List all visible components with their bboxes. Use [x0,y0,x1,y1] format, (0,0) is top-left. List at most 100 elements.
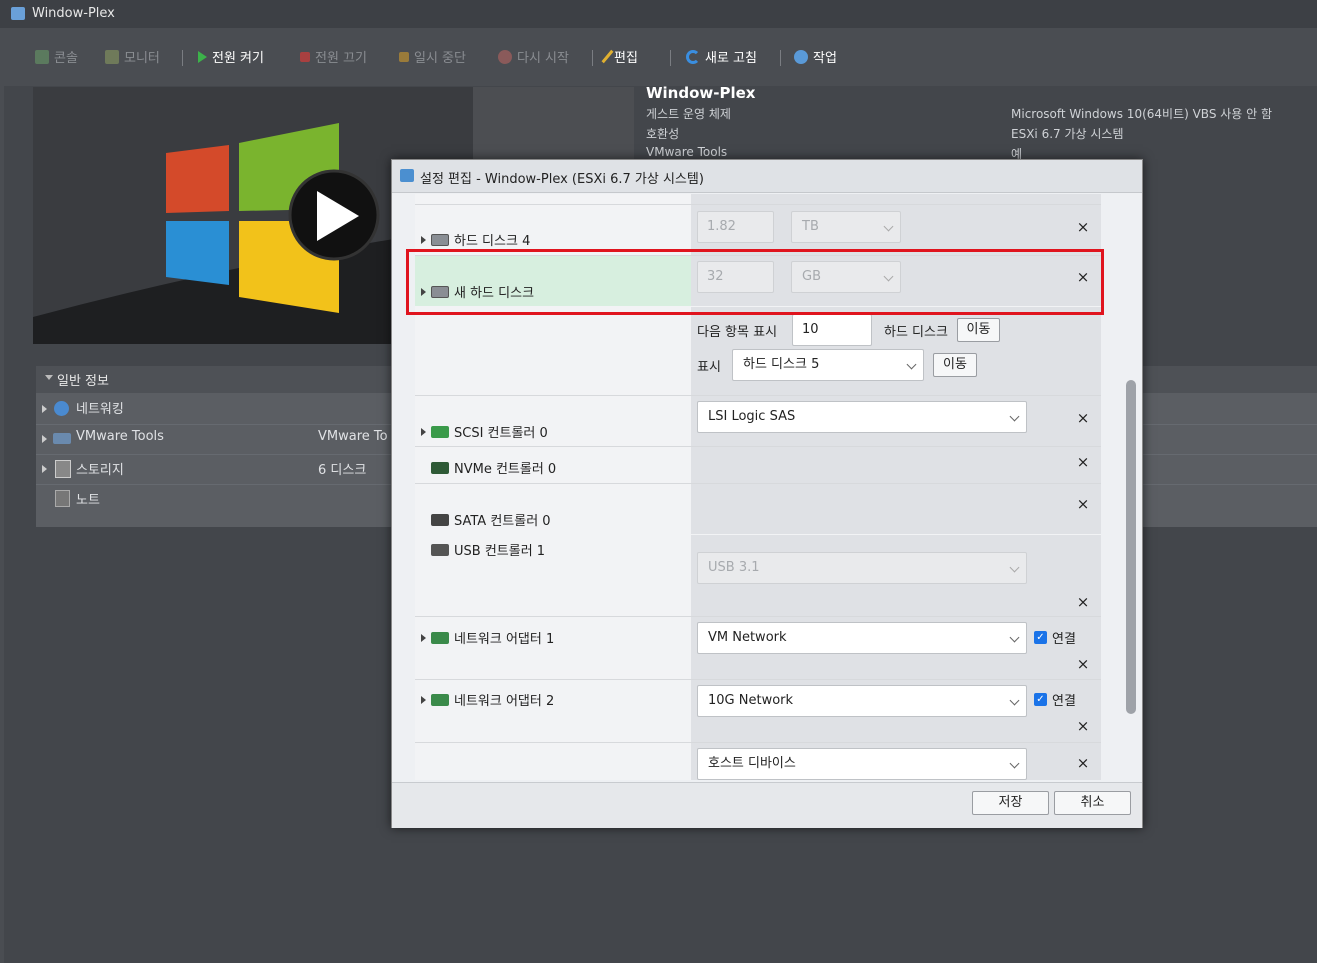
monitor-button[interactable]: 모니터 [105,47,160,66]
close-icon[interactable]: × [1076,754,1090,772]
close-icon[interactable]: × [1076,453,1090,471]
close-icon[interactable]: × [1076,495,1090,513]
sata-icon [431,513,449,526]
hdd4-label-group: 하드 디스크 4 [421,230,530,249]
pause-icon [399,51,409,62]
actions-button[interactable]: 작업 [794,47,837,66]
scsi-select[interactable]: LSI Logic SAS [697,401,1027,433]
refresh-button[interactable]: 새로 고침 [686,47,757,66]
expand-icon [421,633,426,642]
move-button[interactable]: 이동 [957,318,1000,342]
chevron-down-icon [1009,411,1020,422]
highlight-box [406,249,1104,315]
cancel-button[interactable]: 취소 [1054,791,1131,815]
compat-label: 호환성 [646,127,680,141]
close-icon[interactable]: × [1076,717,1090,735]
usb-label: USB 컨트롤러 1 [454,544,546,559]
nvme-row[interactable]: × NVMe 컨트롤러 0 [415,447,1101,484]
window-title: Window-Plex [32,6,115,21]
close-icon[interactable]: × [1076,593,1090,611]
network-icon [54,401,69,416]
show-next-label: 다음 항목 표시 [697,325,778,340]
close-icon[interactable]: × [1076,409,1090,427]
checkbox-icon[interactable]: ✓ [1034,693,1047,706]
sata-label-group: SATA 컨트롤러 0 [431,510,551,529]
stop-icon [300,51,310,62]
sata-label: SATA 컨트롤러 0 [454,514,551,529]
toolbar-divider [182,50,183,66]
power-on-button[interactable]: 전원 켜기 [198,47,264,66]
host-device-row[interactable]: 호스트 디바이스 × [415,743,1101,780]
sata-row[interactable]: × SATA 컨트롤러 0 [415,484,1101,534]
gear-icon [794,49,808,64]
edit-button[interactable]: 편집 [601,47,638,66]
expand-icon [42,465,47,473]
hdd4-label: 하드 디스크 4 [454,234,531,249]
actions-label: 작업 [813,51,837,66]
chevron-down-icon [883,221,894,232]
compat-value: ESXi 6.7 가상 시스템 [1011,127,1124,141]
hdd-label: 하드 디스크 [884,325,948,340]
general-row-label: VMware Tools [76,429,164,444]
chevron-down-icon [906,359,917,370]
guest-os-value: Microsoft Windows 10(64비트) VBS 사용 안 함 [1011,107,1273,121]
hdd4-size-input[interactable]: 1.82 [697,211,774,243]
net2-select-value: 10G Network [708,693,794,708]
power-off-button[interactable]: 전원 끄기 [300,47,367,66]
net2-label-group: 네트워크 어댑터 2 [421,690,554,709]
console-button[interactable]: 콘솔 [35,47,78,66]
toolbar-divider [670,50,671,66]
chevron-down-icon [45,375,53,380]
restart-label: 다시 시작 [517,51,569,66]
close-icon[interactable]: × [1076,218,1090,236]
scrollbar[interactable] [1126,380,1136,714]
power-on-label: 전원 켜기 [212,51,264,66]
show-next-input[interactable]: 10 [792,314,872,346]
net2-row[interactable]: 10G Network ✓ 연결 × 네트워크 어댑터 2 [415,680,1101,743]
toolbar-divider [780,50,781,66]
vm-icon [11,7,25,20]
usb-select[interactable]: USB 3.1 [697,552,1027,584]
refresh-icon [686,49,700,64]
net2-select[interactable]: 10G Network [697,685,1027,717]
net1-row[interactable]: VM Network ✓ 연결 × 네트워크 어댑터 1 [415,617,1101,680]
nvme-icon [431,461,449,474]
expand-icon [421,235,426,244]
usb-label-group: USB 컨트롤러 1 [431,540,545,559]
restart-button[interactable]: 다시 시작 [498,47,569,66]
dialog-titlebar[interactable]: 설정 편집 - Window-Plex (ESXi 6.7 가상 시스템) [392,160,1142,193]
net2-connect-label: 연결 [1052,694,1076,709]
checkbox-icon[interactable]: ✓ [1034,631,1047,644]
general-info-title: 일반 정보 [57,374,109,389]
suspend-button[interactable]: 일시 중단 [399,47,466,66]
host-device-select[interactable]: 호스트 디바이스 [697,748,1027,780]
show-label: 표시 [697,360,721,375]
net1-select-value: VM Network [708,630,787,645]
show-select-value: 하드 디스크 5 [743,357,820,372]
power-off-label: 전원 끄기 [315,51,367,66]
refresh-label: 새로 고침 [705,51,757,66]
expand-icon [42,405,47,413]
nvme-label: NVMe 컨트롤러 0 [454,462,557,477]
window-titlebar: Window-Plex [0,0,1317,28]
move2-button[interactable]: 이동 [933,353,977,377]
tools-icon [53,433,71,444]
scsi-icon [431,425,449,438]
scsi-row[interactable]: LSI Logic SAS × SCSI 컨트롤러 0 [415,396,1101,447]
chevron-down-icon [1009,632,1020,643]
usb-row[interactable]: USB 3.1 × USB 컨트롤러 1 [415,535,1101,617]
save-button[interactable]: 저장 [972,791,1049,815]
notes-icon [55,490,70,507]
guest-os-label: 게스트 운영 체제 [646,107,731,121]
show-select[interactable]: 하드 디스크 5 [732,349,924,381]
close-icon[interactable]: × [1076,655,1090,673]
host-device-value: 호스트 디바이스 [708,756,796,771]
chevron-down-icon [1009,695,1020,706]
net1-label: 네트워크 어댑터 1 [454,632,555,647]
hdd4-unit-select[interactable]: TB [791,211,901,243]
vm-name: Window-Plex [646,84,756,102]
expand-icon [421,427,426,436]
net1-select[interactable]: VM Network [697,622,1027,654]
scsi-label: SCSI 컨트롤러 0 [454,426,548,441]
nic-icon [431,631,449,644]
